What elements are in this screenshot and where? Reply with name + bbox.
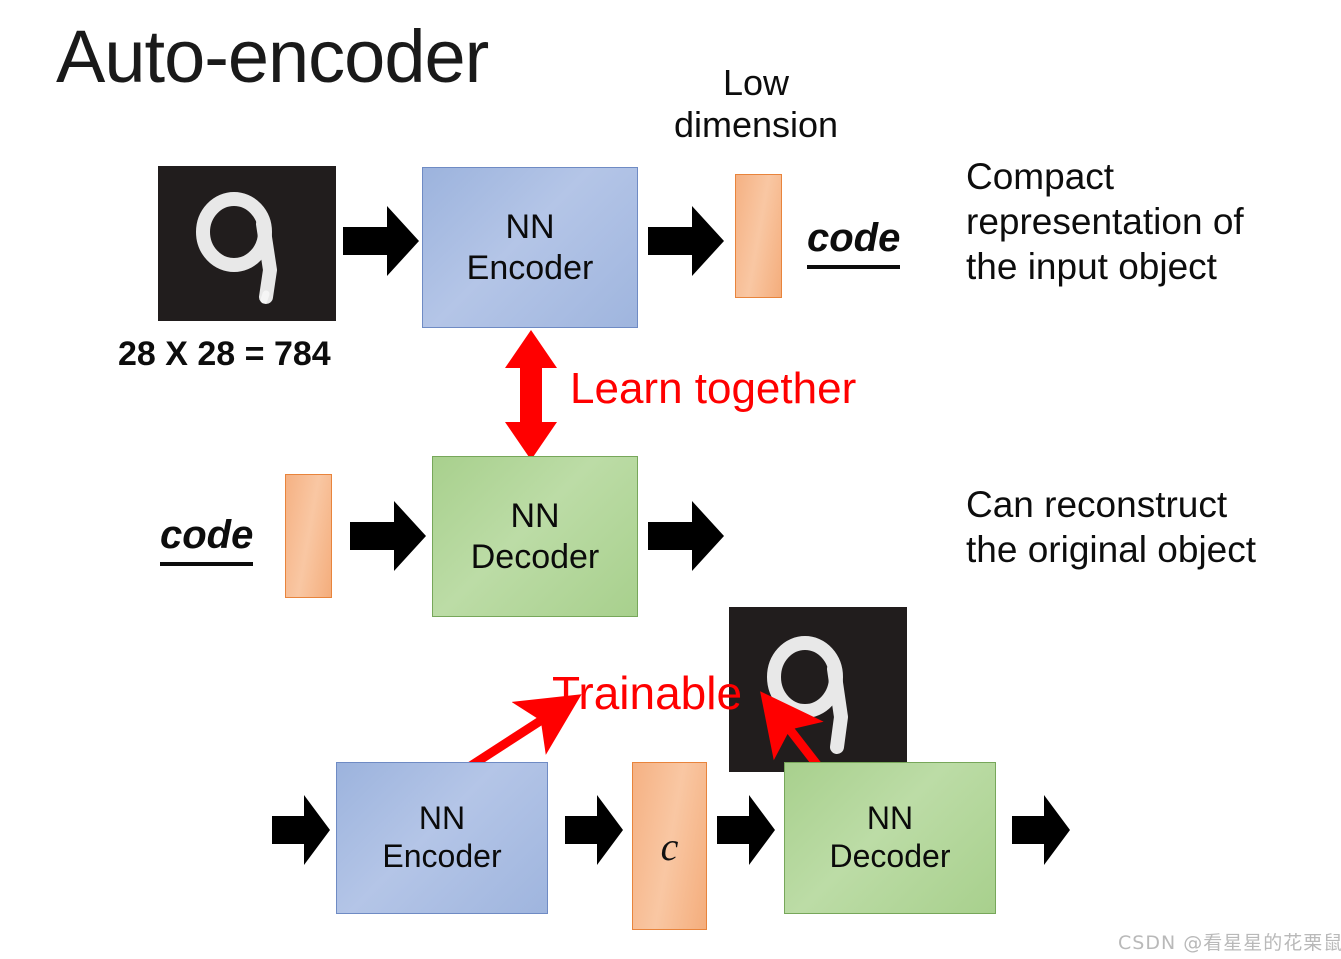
page-title: Auto-encoder <box>56 15 489 98</box>
row1-arrow-encoder-to-code <box>648 206 724 281</box>
row1-code-text: code <box>807 216 901 260</box>
row2-side-note: Can reconstruct the original object <box>966 484 1257 571</box>
csdn-watermark: CSDN @看星星的花栗鼠 <box>1118 932 1341 954</box>
row3-arrow-encoder-to-code <box>565 795 623 870</box>
row1-encoder-line1: NN <box>505 208 555 247</box>
row2-decoder-line1: NN <box>510 497 560 536</box>
row3-nn-encoder-box[interactable]: NN Encoder <box>336 762 548 914</box>
row1-code-bar <box>735 174 782 298</box>
row2-code-underline <box>160 562 254 566</box>
black-right-arrow-icon <box>565 795 623 865</box>
low-dimension-label: Low dimension <box>673 62 839 146</box>
learn-together-label: Learn together <box>570 364 857 413</box>
row3-encoder-line1: NN <box>418 800 466 837</box>
row3-nn-decoder-box[interactable]: NN Decoder <box>784 762 996 914</box>
row2-code-label: code <box>160 513 254 566</box>
row1-nn-encoder-box[interactable]: NN Encoder <box>422 167 638 328</box>
row3-encoder-line2: Encoder <box>382 838 502 874</box>
row1-code-underline <box>807 265 901 269</box>
row1-input-caption: 28 X 28 = 784 <box>118 335 331 373</box>
black-right-arrow-icon <box>343 206 419 276</box>
row3-code-bar: c <box>632 762 707 930</box>
black-right-arrow-icon <box>648 501 724 571</box>
row3-decoder-line1: NN <box>866 800 914 837</box>
row1-side-note: Compact representation of the input obje… <box>966 156 1244 288</box>
row3-arrow-input-to-encoder <box>272 795 330 870</box>
slide-canvas: Auto-encoder 28 X 28 = 784 NN Encoder Lo… <box>0 0 1341 959</box>
black-right-arrow-icon <box>350 501 426 571</box>
row3-code-variable: c <box>660 823 679 869</box>
row1-encoder-line2: Encoder <box>466 248 594 287</box>
row2-code-text: code <box>160 513 254 557</box>
row2-arrow-code-to-decoder <box>350 501 426 576</box>
row1-input-image <box>158 166 336 321</box>
row2-decoder-line2: Decoder <box>470 537 600 576</box>
trainable-label: Trainable <box>552 667 743 719</box>
mnist-digit-9-glyph <box>158 166 336 321</box>
black-right-arrow-icon <box>648 206 724 276</box>
row1-arrow-input-to-encoder <box>343 206 419 281</box>
black-right-arrow-icon <box>272 795 330 865</box>
row3-arrow-decoder-to-output <box>1012 795 1070 870</box>
row3-decoder-line2: Decoder <box>829 838 951 874</box>
row2-nn-decoder-box[interactable]: NN Decoder <box>432 456 638 617</box>
black-right-arrow-icon <box>1012 795 1070 865</box>
black-right-arrow-icon <box>717 795 775 865</box>
learn-together-double-arrow <box>500 330 562 465</box>
row2-arrow-decoder-to-output <box>648 501 724 576</box>
row1-code-label: code <box>807 216 901 269</box>
red-double-headed-vertical-arrow-icon <box>505 330 557 460</box>
row3-arrow-code-to-decoder <box>717 795 775 870</box>
row2-code-bar <box>285 474 332 598</box>
